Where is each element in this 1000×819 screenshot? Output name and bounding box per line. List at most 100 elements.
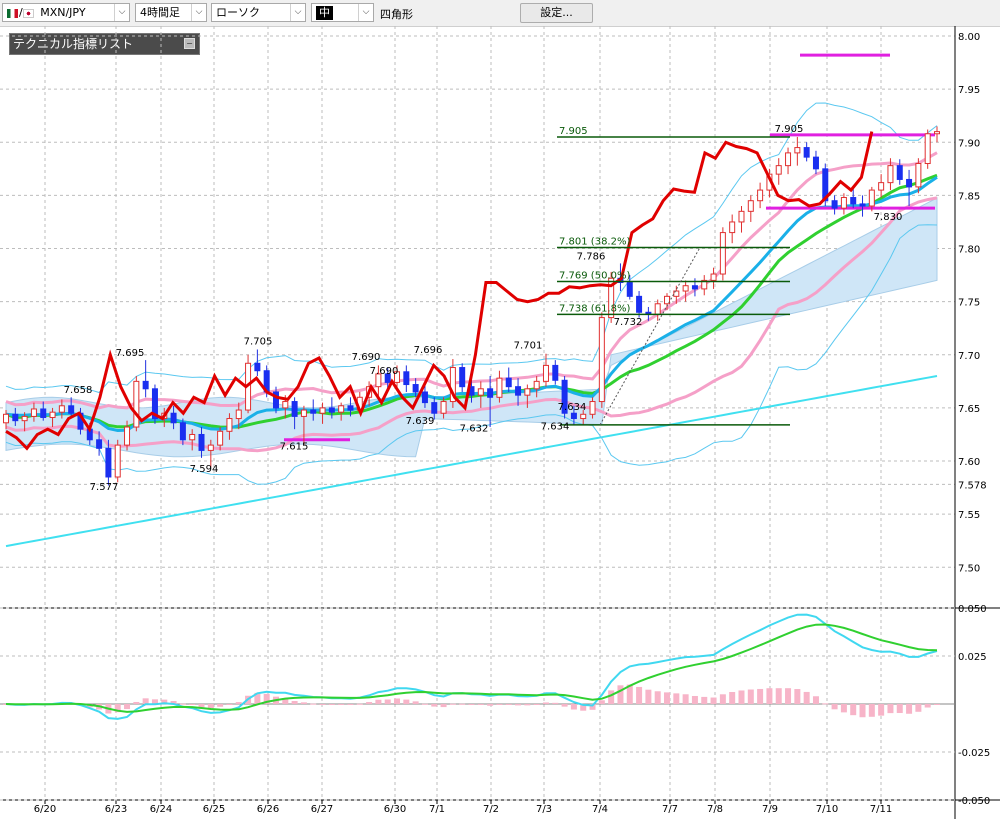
osc-histogram-bar	[124, 704, 131, 710]
fib-level-label: 7.801 (38.2%)	[559, 236, 630, 247]
osc-histogram-bar	[487, 704, 494, 706]
y-tick-label: 7.85	[958, 191, 980, 202]
candle-body	[840, 197, 847, 209]
osc-histogram-bar	[198, 704, 205, 708]
y-axis: 8.00 7.95 7.90 7.85 7.80 7.75 7.70 7.65 7.60 7.57…	[954, 26, 987, 819]
price-label: 7.634	[558, 402, 587, 413]
osc-histogram-bar	[431, 704, 438, 707]
candle-body	[729, 221, 736, 234]
y-tick-label: 7.70	[958, 351, 980, 362]
chart-style-label: ローソク	[216, 6, 260, 19]
candle-body	[189, 433, 196, 441]
osc-histogram-bar	[561, 704, 568, 707]
osc-histogram-bar	[701, 696, 708, 704]
osc-histogram-bar	[505, 704, 512, 705]
candle-body	[412, 384, 419, 393]
osc-histogram-bar	[468, 704, 475, 705]
y-tick-label: 7.55	[958, 510, 980, 521]
candle-body	[310, 409, 317, 414]
osc-histogram-bar	[887, 704, 894, 714]
candle-body	[812, 156, 819, 170]
candle-body	[421, 391, 428, 404]
osc-histogram-bar	[366, 702, 373, 704]
x-tick-label: 7/7	[662, 804, 678, 815]
osc-histogram-bar	[235, 702, 242, 704]
osc-histogram-bar	[794, 689, 801, 704]
osc-histogram-bar	[524, 704, 531, 706]
candle-body	[49, 411, 56, 418]
timeframe-select[interactable]: 4時間足 ⌵	[135, 3, 207, 22]
candle-body	[626, 282, 633, 297]
candle-body	[477, 388, 484, 396]
osc-histogram-bar	[673, 693, 680, 704]
candle-body	[3, 413, 9, 424]
candle-body	[459, 367, 466, 388]
candle-body	[757, 189, 764, 202]
candle-body	[30, 408, 37, 417]
price-label: 7.632	[460, 423, 489, 434]
fib-level-label: 7.738 (61.8%)	[559, 303, 630, 314]
osc-histogram-bar	[226, 704, 233, 705]
osc-histogram-bar	[617, 685, 624, 704]
osc-histogram-bar	[449, 703, 456, 705]
symbol-select[interactable]: / MXN/JPY ⌵	[2, 3, 130, 22]
osc-histogram-bar	[598, 700, 605, 704]
candle-body	[691, 285, 698, 290]
candle-body	[254, 362, 261, 372]
price-label: 7.634	[541, 421, 570, 432]
price-label: 7.701	[514, 341, 543, 352]
candle-body	[505, 377, 512, 388]
fib-level-label: 7.905	[559, 126, 588, 137]
osc-histogram-bar	[636, 686, 643, 704]
osc-histogram-bar	[766, 688, 773, 704]
x-tick-label: 6/26	[257, 804, 279, 815]
candle-body	[58, 405, 65, 413]
candle-body	[915, 163, 922, 188]
y-tick-label: 7.578	[958, 480, 987, 491]
osc-histogram-bar	[645, 689, 652, 704]
candle-body	[524, 388, 531, 396]
osc-histogram-bar	[477, 704, 484, 705]
settings-button[interactable]: 設定...	[520, 3, 593, 23]
osc-histogram-bar	[664, 692, 671, 704]
x-tick-label: 6/30	[384, 804, 406, 815]
x-tick-label: 7/3	[536, 804, 552, 815]
candle-body	[487, 388, 494, 398]
candle-body	[738, 210, 745, 223]
osc-histogram-bar	[868, 704, 875, 717]
osc-histogram-bar	[682, 694, 689, 704]
price-label: 7.615	[280, 441, 309, 452]
candle-body	[328, 407, 335, 413]
osc-histogram-bar	[552, 702, 559, 704]
x-axis: 6/20 6/23 6/24 6/25 6/26 6/27 6/30 7/1 7/2 7/3 7/4…	[34, 800, 892, 815]
candle-body	[133, 380, 140, 428]
line-width-select[interactable]: 中 ⌵	[311, 3, 374, 22]
price-chart[interactable]: 7.905 7.801 (38.2%) 7.769 (50.0%) 7.738 (61…	[0, 26, 1000, 819]
candle-body	[775, 165, 782, 175]
candle-body	[300, 409, 307, 417]
candle-body	[878, 182, 885, 191]
chart-style-select[interactable]: ローソク ⌵	[211, 3, 306, 22]
candle-body	[533, 380, 540, 390]
osc-histogram-bar	[691, 695, 698, 704]
candle-body	[850, 197, 857, 205]
fib-level-label: 7.769 (50.0%)	[559, 270, 630, 281]
osc-histogram-bar	[421, 703, 428, 705]
candle-body	[719, 232, 726, 275]
candle-body	[794, 147, 801, 154]
price-label: 7.830	[874, 212, 903, 223]
osc-histogram-bar	[217, 704, 224, 707]
x-tick-label: 6/23	[105, 804, 127, 815]
osc-histogram-bar	[757, 688, 764, 704]
candle-body	[68, 405, 75, 414]
osc-histogram-bar	[440, 704, 447, 708]
chevron-down-icon: ⌵	[358, 4, 373, 21]
price-label: 7.695	[116, 348, 145, 359]
osc-histogram-bar	[542, 702, 549, 704]
osc-histogram-bar	[133, 701, 140, 704]
x-tick-label: 7/11	[870, 804, 892, 815]
osc-histogram-bar	[515, 704, 522, 706]
osc-histogram-bar	[934, 704, 940, 705]
x-tick-label: 6/20	[34, 804, 56, 815]
osc-histogram-bar	[459, 703, 466, 705]
